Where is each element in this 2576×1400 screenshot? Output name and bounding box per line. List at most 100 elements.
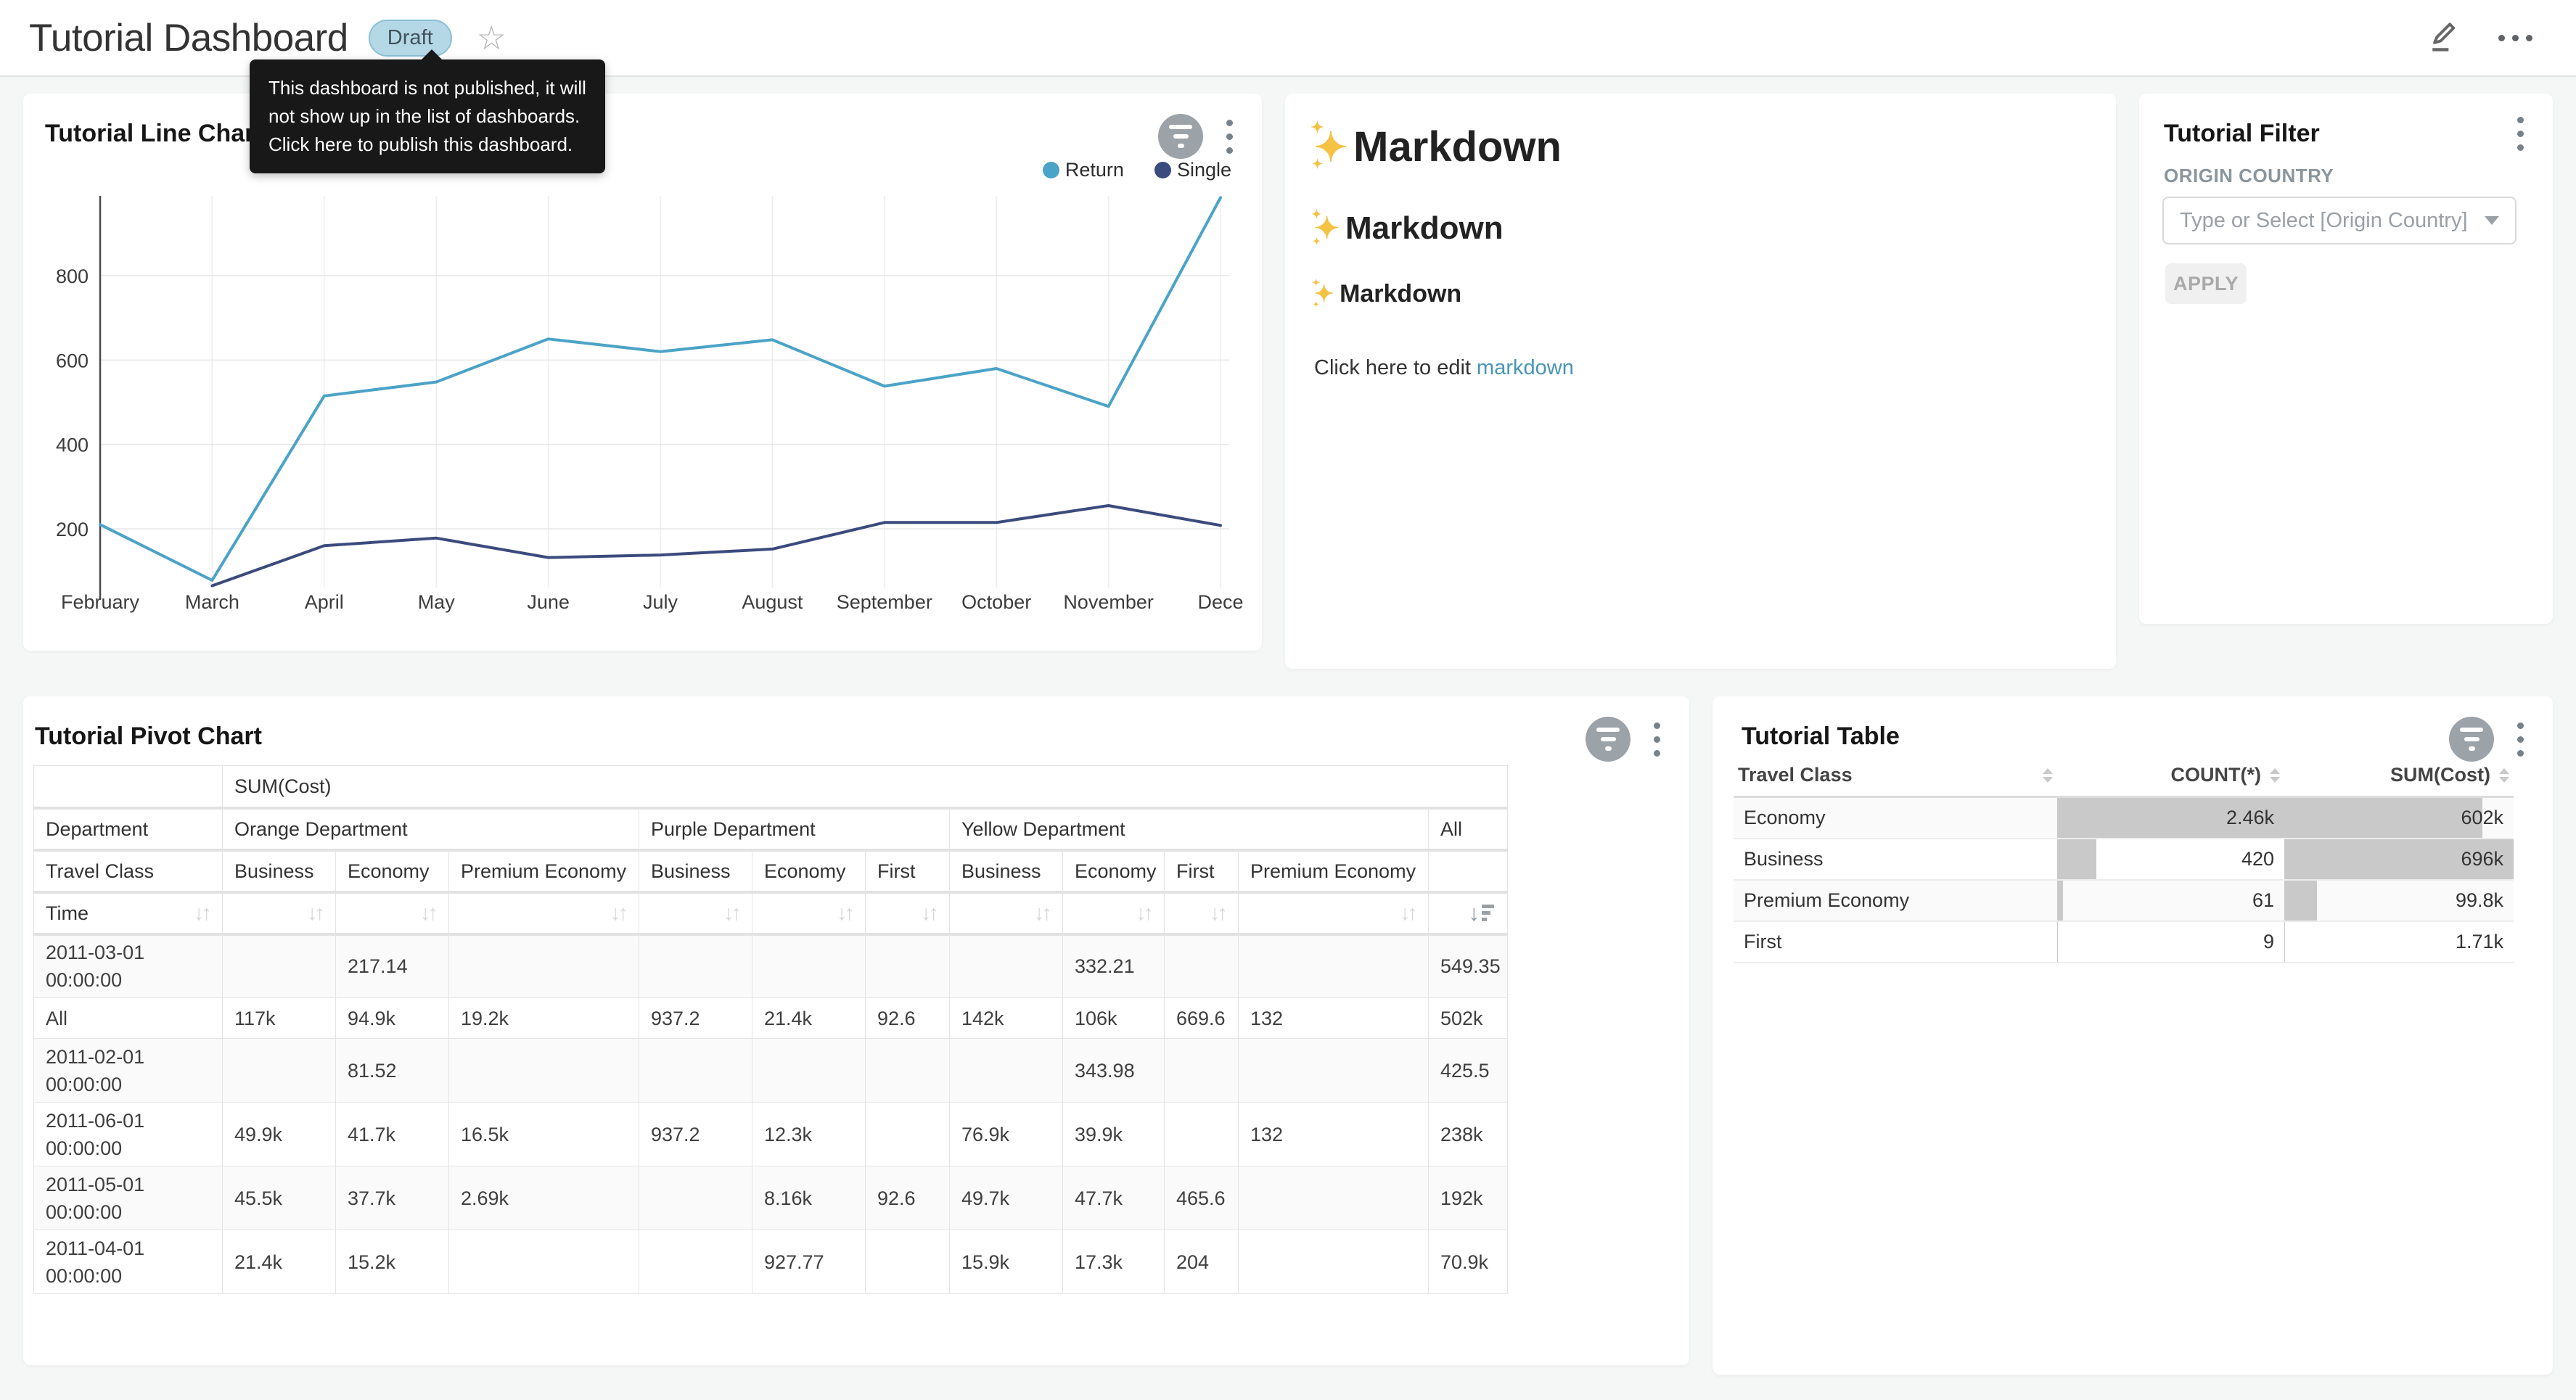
table-row[interactable]: Premium Economy6199.8k (1734, 880, 2514, 921)
sort-icon[interactable]: ↓↑ (1210, 899, 1225, 927)
col-header-travel-class[interactable]: Travel Class (1734, 755, 2057, 796)
pivot-cell: 19.2k (449, 998, 639, 1039)
pivot-sort-cell[interactable]: ↓↑ (223, 892, 336, 934)
pivot-row-label: 2011-06-0100:00:00 (34, 1103, 223, 1166)
pivot-cell: 343.98 (1063, 1039, 1165, 1103)
pivot-row: 2011-06-0100:00:0049.9k41.7k16.5k937.212… (34, 1103, 1508, 1166)
sort-caret-icon[interactable] (2270, 768, 2280, 783)
col-header-count[interactable]: COUNT(*) (2057, 755, 2284, 796)
pivot-sort-cell[interactable]: ↓↑ (1239, 892, 1429, 934)
sparkles-icon: ✦✦✦ (1314, 123, 1348, 171)
pivot-cell (639, 934, 752, 998)
sort-icon[interactable]: ↓↑ (1034, 899, 1049, 927)
kebab-menu-icon[interactable] (1223, 117, 1236, 157)
pivot-sort-cell[interactable]: ↓↑ (1063, 892, 1165, 934)
count-cell: 420 (2057, 839, 2284, 880)
pivot-row-label: 2011-04-0100:00:00 (34, 1230, 223, 1294)
sort-caret-icon[interactable] (2499, 768, 2509, 783)
pivot-cell: 465.6 (1165, 1166, 1239, 1230)
edit-pencil-icon[interactable] (2424, 19, 2462, 57)
pivot-cell: 15.9k (950, 1230, 1063, 1294)
pivot-cell (950, 934, 1063, 998)
pivot-cell: 70.9k (1429, 1230, 1508, 1294)
table-row[interactable]: First91.71k (1734, 921, 2514, 963)
markdown-h1: ✦✦✦Markdown (1314, 123, 2087, 171)
sort-icon[interactable]: ↓↑ (194, 899, 209, 927)
travel-class-cell: Premium Economy (1734, 880, 2057, 921)
page-title: Tutorial Dashboard (29, 16, 348, 60)
sort-icon[interactable]: ↓↑ (921, 899, 936, 927)
svg-text:June: June (527, 591, 570, 613)
svg-text:August: August (742, 591, 803, 613)
sort-icon[interactable]: ↓↑ (837, 899, 852, 927)
pivot-cell: 92.6 (866, 998, 950, 1039)
pivot-sort-cell[interactable]: ↓↑ (639, 892, 752, 934)
pivot-cell: 21.4k (752, 998, 866, 1039)
pivot-cell (1239, 1039, 1429, 1103)
pivot-sort-cell[interactable]: ↓↑ (1165, 892, 1239, 934)
filter-scope-icon[interactable] (2449, 717, 2494, 762)
pivot-col-header: Economy (752, 850, 866, 892)
pivot-panel-title: Tutorial Pivot Chart (35, 722, 262, 751)
pivot-sort-cell[interactable]: ↓↑ (950, 892, 1063, 934)
sort-icon[interactable]: ↓↑ (1400, 899, 1415, 927)
filter-scope-icon[interactable] (1586, 717, 1630, 762)
pivot-cell: 12.3k (752, 1103, 866, 1166)
sort-caret-icon[interactable] (2043, 768, 2053, 783)
sort-icon[interactable]: ↓↑ (1136, 899, 1151, 927)
select-placeholder: Type or Select [Origin Country] (2180, 209, 2477, 233)
pivot-cell: 117k (223, 998, 336, 1039)
legend-item-return[interactable]: Return (1043, 159, 1124, 181)
sort-desc-icon[interactable]: ↓ (1469, 899, 1495, 927)
more-options-icon[interactable] (2498, 35, 2532, 41)
pivot-cell: 39.9k (1063, 1103, 1165, 1166)
pivot-cell (449, 1230, 639, 1294)
pivot-cell: 81.52 (336, 1039, 449, 1103)
kebab-menu-icon[interactable] (2514, 114, 2527, 154)
pivot-col-header: Business (223, 850, 336, 892)
sort-icon[interactable]: ↓↑ (420, 899, 435, 927)
pivot-group-header: Purple Department (639, 808, 950, 850)
kebab-menu-icon[interactable] (2514, 720, 2527, 759)
favorite-star-icon[interactable]: ☆ (477, 21, 506, 54)
pivot-cell: 17.3k (1063, 1230, 1165, 1294)
pivot-row: 2011-05-0100:00:0045.5k37.7k2.69k8.16k92… (34, 1166, 1508, 1230)
pivot-cell: 49.9k (223, 1103, 336, 1166)
pivot-time-header[interactable]: Time↓↑ (34, 892, 223, 934)
pivot-sort-cell[interactable]: ↓↑ (866, 892, 950, 934)
kebab-menu-icon[interactable] (1651, 720, 1663, 759)
pivot-sort-cell[interactable]: ↓ (1429, 892, 1508, 934)
pivot-cell: 47.7k (1063, 1166, 1165, 1230)
svg-text:May: May (418, 591, 456, 613)
table-row[interactable]: Business420696k (1734, 839, 2514, 880)
svg-text:200: 200 (56, 519, 89, 540)
pivot-sort-cell[interactable]: ↓↑ (336, 892, 449, 934)
pivot-row: 2011-02-0100:00:0081.52343.98425.5 (34, 1039, 1508, 1103)
chevron-down-icon (2485, 216, 2499, 225)
legend-item-single[interactable]: Single (1154, 159, 1231, 181)
origin-country-label: ORIGIN COUNTRY (2164, 165, 2334, 187)
markdown-edit-link[interactable]: markdown (1477, 356, 1574, 379)
pivot-cell: 16.5k (449, 1103, 639, 1166)
pivot-cell: 937.2 (639, 1103, 752, 1166)
pivot-cell (1165, 1103, 1239, 1166)
apply-button[interactable]: APPLY (2165, 263, 2247, 304)
svg-text:April: April (305, 591, 344, 613)
filter-scope-icon[interactable] (1158, 114, 1203, 159)
table-panel-title: Tutorial Table (1742, 722, 1900, 751)
pivot-col-header: Business (950, 850, 1063, 892)
sort-icon[interactable]: ↓↑ (610, 899, 625, 927)
pivot-cell: 502k (1429, 998, 1508, 1039)
publish-tooltip[interactable]: This dashboard is not published, it will… (250, 59, 605, 173)
table-row[interactable]: Economy2.46k602k (1734, 796, 2514, 839)
pivot-cell (449, 934, 639, 998)
svg-text:Dece: Dece (1197, 591, 1243, 613)
pivot-cell (639, 1039, 752, 1103)
pivot-sort-cell[interactable]: ↓↑ (449, 892, 639, 934)
sort-icon[interactable]: ↓↑ (307, 899, 322, 927)
pivot-col-header: First (866, 850, 950, 892)
pivot-cell (223, 934, 336, 998)
origin-country-select[interactable]: Type or Select [Origin Country] (2162, 197, 2516, 244)
sort-icon[interactable]: ↓↑ (723, 899, 739, 927)
pivot-sort-cell[interactable]: ↓↑ (752, 892, 866, 934)
